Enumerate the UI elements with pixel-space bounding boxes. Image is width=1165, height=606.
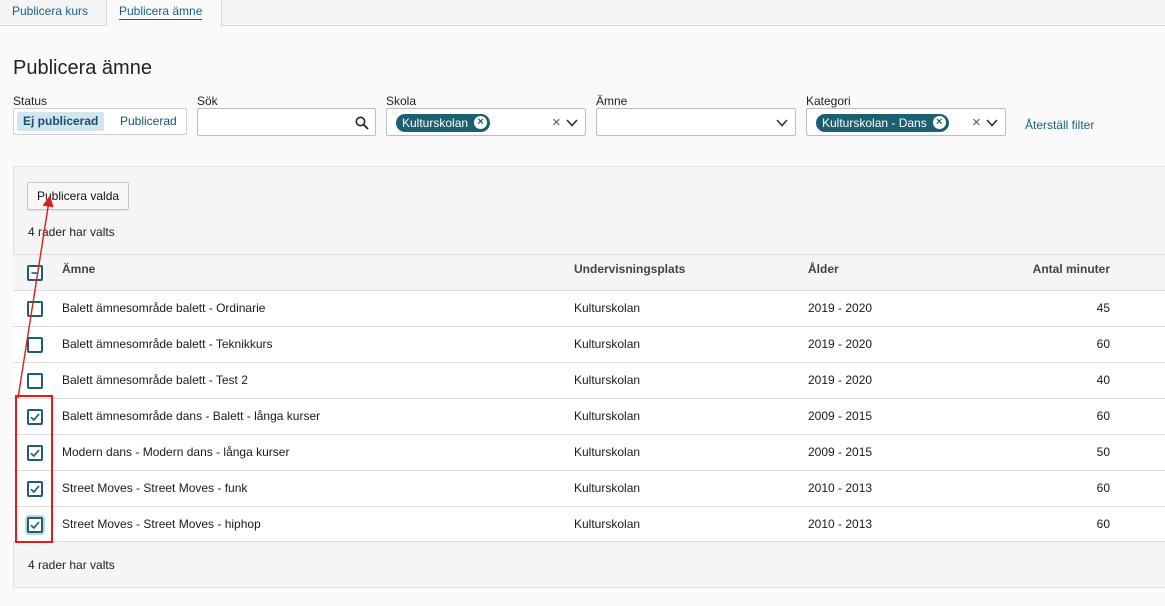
- table-row[interactable]: Balett ämnesområde balett - Teknikkurs Ku…: [13, 326, 1165, 362]
- header-alder[interactable]: Ålder: [808, 255, 839, 291]
- cell-alder: 2009 - 2015: [808, 409, 873, 423]
- row-checkbox[interactable]: [27, 445, 43, 461]
- cell-amne: Modern dans - Modern dans - långa kurser: [62, 445, 290, 459]
- search-field[interactable]: [197, 108, 376, 136]
- select-all-checkbox[interactable]: [27, 265, 43, 281]
- chevron-down-icon[interactable]: [565, 116, 579, 130]
- amne-label: Ämne: [596, 94, 628, 108]
- skola-chip: Kulturskolan ×: [396, 114, 491, 132]
- tab-publicera-kurs[interactable]: Publicera kurs: [0, 0, 107, 26]
- checkmark-icon: [30, 449, 40, 458]
- status-label: Status: [13, 94, 48, 108]
- cell-amne: Street Moves - Street Moves - funk: [62, 481, 248, 495]
- chevron-down-icon[interactable]: [775, 116, 789, 130]
- tab-publicera-amne-label: Publicera ämne: [119, 4, 203, 20]
- search-label: Sök: [197, 94, 218, 108]
- cell-antal-minuter: 40: [1096, 373, 1110, 387]
- cell-alder: 2019 - 2020: [808, 373, 873, 387]
- table-row[interactable]: Balett ämnesområde balett - Ordinarie Kul…: [13, 290, 1165, 326]
- cell-alder: 2009 - 2015: [808, 445, 873, 459]
- cell-undervisningsplats: Kulturskolan: [574, 373, 641, 387]
- row-checkbox[interactable]: [27, 409, 43, 425]
- cell-amne: Balett ämnesområde balett - Ordinarie: [62, 301, 266, 315]
- cell-antal-minuter: 50: [1096, 445, 1110, 459]
- cell-alder: 2019 - 2020: [808, 337, 873, 351]
- row-checkbox[interactable]: [27, 517, 43, 533]
- cell-amne: Balett ämnesområde balett - Test 2: [62, 373, 248, 387]
- header-undervisningsplats[interactable]: Undervisningsplats: [574, 255, 685, 291]
- header-antal-minuter[interactable]: Antal minuter: [1010, 255, 1110, 291]
- skola-chip-label: Kulturskolan: [402, 116, 469, 130]
- cell-undervisningsplats: Kulturskolan: [574, 481, 641, 495]
- table-row[interactable]: Balett ämnesområde dans - Balett - långa…: [13, 398, 1165, 434]
- page-title: Publicera ämne: [13, 57, 152, 79]
- clear-icon[interactable]: ×: [552, 114, 561, 131]
- cell-undervisningsplats: Kulturskolan: [574, 301, 641, 315]
- status-ej-publicerad-button[interactable]: Ej publicerad: [17, 112, 105, 131]
- cell-amne: Street Moves - Street Moves - hiphop: [62, 517, 261, 531]
- row-checkbox[interactable]: [27, 481, 43, 497]
- table-row[interactable]: Modern dans - Modern dans - långa kurser…: [13, 434, 1165, 470]
- indeterminate-icon: [31, 272, 39, 274]
- cell-undervisningsplats: Kulturskolan: [574, 517, 641, 531]
- checkmark-icon: [30, 413, 40, 422]
- cell-undervisningsplats: Kulturskolan: [574, 409, 641, 423]
- cell-amne: Balett ämnesområde balett - Teknikkurs: [62, 337, 273, 351]
- skola-label: Skola: [386, 94, 417, 108]
- rows-selected-text-bottom: 4 rader har valts: [28, 558, 115, 572]
- status-toggle: Ej publicerad Publicerad: [13, 108, 187, 135]
- tab-publicera-amne[interactable]: Publicera ämne: [107, 0, 222, 27]
- search-input[interactable]: [202, 112, 352, 132]
- table-row[interactable]: Street Moves - Street Moves - hiphop Kult…: [13, 506, 1165, 542]
- cell-antal-minuter: 60: [1096, 517, 1110, 531]
- skola-select[interactable]: Kulturskolan × ×: [386, 108, 586, 136]
- cell-undervisningsplats: Kulturskolan: [574, 337, 641, 351]
- kategori-chip: Kulturskolan - Dans ×: [816, 114, 949, 132]
- table-header: Ämne Undervisningsplats Ålder Antal minu…: [13, 254, 1165, 290]
- cell-alder: 2019 - 2020: [808, 301, 873, 315]
- tab-bar: Publicera kurs Publicera ämne: [0, 0, 1165, 27]
- cell-amne: Balett ämnesområde dans - Balett - långa…: [62, 409, 321, 423]
- checkmark-icon: [30, 485, 40, 494]
- table-row[interactable]: Balett ämnesområde balett - Test 2 Kultur…: [13, 362, 1165, 398]
- header-amne[interactable]: Ämne: [62, 255, 95, 291]
- amne-select[interactable]: [596, 108, 796, 136]
- row-checkbox[interactable]: [27, 301, 43, 317]
- table-row[interactable]: Street Moves - Street Moves - funk Kultur…: [13, 470, 1165, 506]
- chevron-down-icon[interactable]: [985, 116, 999, 130]
- cell-alder: 2010 - 2013: [808, 481, 873, 495]
- remove-chip-icon[interactable]: ×: [932, 116, 946, 129]
- kategori-label: Kategori: [806, 94, 851, 108]
- search-icon[interactable]: [355, 116, 369, 130]
- kategori-select[interactable]: Kulturskolan - Dans × ×: [806, 108, 1006, 136]
- clear-icon[interactable]: ×: [972, 114, 981, 131]
- row-checkbox[interactable]: [27, 337, 43, 353]
- subjects-table: Ämne Undervisningsplats Ålder Antal minu…: [13, 254, 1165, 542]
- cell-antal-minuter: 60: [1096, 409, 1110, 423]
- checkmark-icon: [30, 521, 40, 530]
- cell-antal-minuter: 60: [1096, 337, 1110, 351]
- cell-antal-minuter: 45: [1096, 301, 1110, 315]
- status-publicerad-button[interactable]: Publicerad: [114, 112, 183, 131]
- rows-selected-text-top: 4 rader har valts: [28, 225, 115, 239]
- publish-selected-button[interactable]: Publicera valda: [27, 182, 130, 210]
- reset-filter-link[interactable]: Återställ filter: [1025, 118, 1094, 132]
- cell-undervisningsplats: Kulturskolan: [574, 445, 641, 459]
- cell-antal-minuter: 60: [1096, 481, 1110, 495]
- kategori-chip-label: Kulturskolan - Dans: [822, 116, 927, 130]
- cell-alder: 2010 - 2013: [808, 517, 873, 531]
- remove-chip-icon[interactable]: ×: [474, 116, 488, 129]
- row-checkbox[interactable]: [27, 373, 43, 389]
